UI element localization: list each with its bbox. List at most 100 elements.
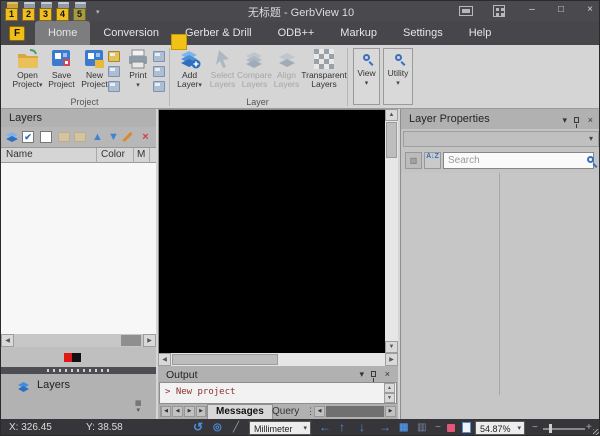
- pin-icon[interactable]: [574, 117, 579, 123]
- sort-az-icon[interactable]: A↓Z: [424, 152, 441, 169]
- save-project-button[interactable]: SaveProject: [45, 47, 78, 99]
- scroll-thumb[interactable]: [121, 335, 141, 346]
- property-grid[interactable]: [401, 173, 600, 419]
- ribbon-display-icon[interactable]: [459, 6, 473, 16]
- tab-scrollbar[interactable]: [326, 406, 384, 417]
- scroll-up-icon[interactable]: ▲: [384, 383, 395, 393]
- tab-messages[interactable]: Messages: [207, 404, 273, 419]
- zoom-in-icon[interactable]: +: [586, 422, 592, 433]
- dropdown-icon[interactable]: ▾: [562, 115, 567, 126]
- tab-settings[interactable]: Settings: [390, 21, 456, 45]
- measure-line-icon[interactable]: ╱: [233, 422, 239, 433]
- panel-options-icon[interactable]: ▦▾: [135, 400, 142, 414]
- print-tool-icon[interactable]: [153, 66, 165, 77]
- layers-list[interactable]: [1, 163, 156, 334]
- minimize-button[interactable]: –: [521, 1, 543, 20]
- app-grid-icon[interactable]: [493, 5, 505, 17]
- check-all-checkbox[interactable]: ✔: [22, 131, 34, 143]
- dropdown-icon[interactable]: ▾: [359, 369, 364, 380]
- open-project-button[interactable]: Open Project▾: [11, 47, 44, 99]
- scroll-right-icon[interactable]: ▶: [385, 353, 398, 366]
- tab-odbpp[interactable]: ODB++: [265, 21, 328, 45]
- print-button[interactable]: Print ▾: [124, 47, 152, 99]
- unit-dropdown[interactable]: Millimeter ▾: [249, 421, 311, 435]
- maximize-button[interactable]: □: [550, 1, 572, 20]
- canvas-hscrollbar[interactable]: ◀ ▶: [158, 353, 398, 366]
- column-divider[interactable]: [149, 148, 150, 164]
- scroll-up-icon[interactable]: ▲: [385, 109, 398, 121]
- pan-up-icon[interactable]: ↑: [339, 420, 345, 434]
- nav-prev-icon[interactable]: ◀: [172, 406, 183, 417]
- file-page-icon[interactable]: [462, 422, 471, 433]
- print-tool-icon[interactable]: [153, 81, 165, 92]
- snap-toggle-icon[interactable]: ▥: [417, 422, 426, 433]
- project-tool-icon[interactable]: [108, 81, 120, 92]
- close-button[interactable]: ×: [579, 1, 600, 20]
- search-input[interactable]: [443, 152, 594, 169]
- close-icon[interactable]: ×: [588, 115, 593, 125]
- output-scrollbar[interactable]: ▲ ▼: [384, 383, 395, 403]
- layer-select-combobox[interactable]: ▾: [403, 131, 599, 147]
- column-m[interactable]: M: [137, 149, 145, 160]
- nav-next-icon[interactable]: ▶: [184, 406, 195, 417]
- canvas-vscrollbar[interactable]: ▲ ▼: [385, 109, 398, 353]
- layers-hscrollbar[interactable]: ◀ ▶: [1, 334, 156, 347]
- pin-icon[interactable]: [371, 371, 376, 377]
- scroll-left-icon[interactable]: ◀: [1, 334, 14, 347]
- scroll-down-icon[interactable]: ▼: [385, 341, 398, 353]
- layers-stack-icon[interactable]: [4, 130, 19, 145]
- print-tool-icon[interactable]: [153, 51, 165, 62]
- pan-down-icon[interactable]: ↓: [359, 420, 365, 434]
- grid-toggle-icon[interactable]: ▦: [399, 422, 408, 433]
- tab-home[interactable]: Home: [35, 21, 90, 45]
- delete-layer-icon[interactable]: ×: [138, 130, 153, 145]
- scroll-left-icon[interactable]: ◀: [158, 353, 171, 366]
- add-layer-button[interactable]: Add Layer▾: [173, 47, 206, 99]
- column-divider[interactable]: [96, 148, 97, 164]
- scroll-left-icon[interactable]: ◀: [314, 406, 325, 417]
- pan-right-icon[interactable]: →: [379, 420, 391, 434]
- scroll-right-icon[interactable]: ▶: [385, 406, 396, 417]
- panel-resize-grip[interactable]: [1, 367, 156, 374]
- property-grid-divider[interactable]: [499, 173, 500, 395]
- new-project-button[interactable]: NewProject: [78, 47, 111, 99]
- tab-conversion[interactable]: Conversion: [90, 21, 172, 45]
- highlight-color-icon[interactable]: [447, 424, 455, 432]
- scroll-right-icon[interactable]: ▶: [143, 334, 156, 347]
- pan-left-icon[interactable]: ←: [319, 420, 331, 434]
- project-tool-icon[interactable]: [108, 66, 120, 77]
- resize-grip[interactable]: [593, 429, 599, 435]
- scroll-thumb[interactable]: [172, 354, 278, 365]
- scroll-thumb[interactable]: [326, 406, 384, 417]
- zoom-dropdown[interactable]: 54.87% ▾: [475, 421, 525, 435]
- output-log[interactable]: > New project ▲ ▼: [159, 382, 397, 404]
- wrench-icon[interactable]: [122, 131, 133, 142]
- nav-last-icon[interactable]: ▶: [196, 406, 207, 417]
- column-divider[interactable]: [133, 148, 134, 164]
- uncheck-all-checkbox[interactable]: [40, 131, 52, 143]
- project-tool-icon[interactable]: [108, 51, 120, 62]
- tab-help[interactable]: Help: [456, 21, 505, 45]
- zoom-slider-thumb[interactable]: [549, 424, 552, 433]
- nav-first-icon[interactable]: ◀: [160, 406, 171, 417]
- search-icon[interactable]: [587, 156, 594, 163]
- move-layer-up-icon[interactable]: ▲: [90, 130, 105, 145]
- redraw-icon[interactable]: ↺: [193, 420, 203, 434]
- center-view-icon[interactable]: ◎: [213, 422, 222, 433]
- utility-button[interactable]: Utility ▾: [383, 48, 413, 105]
- transparent-layers-button[interactable]: TransparentLayers: [302, 47, 346, 99]
- column-color[interactable]: Color: [101, 149, 125, 160]
- layers-dock-tab[interactable]: Layers: [1, 374, 156, 398]
- file-menu-button[interactable]: F: [9, 26, 25, 41]
- column-name[interactable]: Name: [6, 149, 33, 160]
- zoom-out-icon[interactable]: −: [532, 422, 538, 433]
- drawing-canvas[interactable]: [158, 109, 385, 353]
- close-icon[interactable]: ×: [385, 369, 390, 379]
- view-button[interactable]: View ▾: [353, 48, 380, 105]
- categorize-icon[interactable]: ▥: [405, 152, 422, 169]
- tab-query[interactable]: Query: [268, 406, 303, 417]
- move-layer-down-icon[interactable]: ▼: [106, 130, 121, 145]
- tab-markup[interactable]: Markup: [327, 21, 390, 45]
- scroll-down-icon[interactable]: ▼: [384, 393, 395, 403]
- scroll-thumb[interactable]: [386, 122, 397, 158]
